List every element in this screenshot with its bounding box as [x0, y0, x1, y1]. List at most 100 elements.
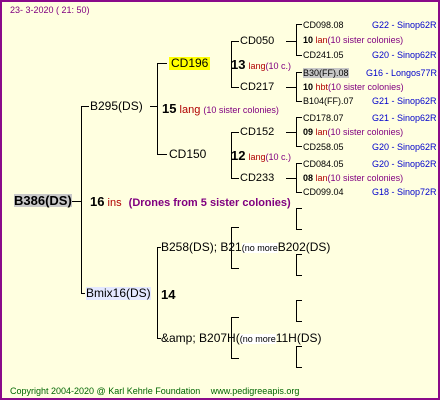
pedigree-frame: 23- 3-2020 ( 21: 50) B386(DS) 16 ins (Dr… — [0, 0, 440, 400]
dam-dam-more: (no more — [239, 334, 276, 344]
leaf-breeder: G22 - Sinop62R — [372, 20, 437, 30]
dam-generation: 14 — [161, 287, 176, 302]
sire-dam-note: (10 c.) — [265, 152, 292, 162]
bracket-cd050-top — [296, 24, 302, 25]
node-cd050[interactable]: CD050 — [240, 35, 274, 48]
leaf-row: B104(FF).07 — [303, 95, 354, 108]
leaf-row: 08 lan(10 sister colonies) — [303, 172, 403, 185]
bracket-cd152-top — [296, 117, 302, 118]
empty-bracket — [231, 227, 232, 269]
leaf-generation: 10 — [303, 35, 314, 45]
empty-bracket-bottom — [296, 275, 302, 276]
sire-generation: 15 — [162, 101, 177, 116]
bracket-cd233-link — [286, 178, 297, 179]
bracket-cd233-top — [296, 163, 302, 164]
cd196-connector — [231, 41, 232, 88]
empty-bracket — [296, 346, 297, 368]
dam-connector — [157, 247, 158, 339]
root-connector — [81, 106, 82, 294]
dam-dam-queen[interactable]: &amp; B207H((no more11H(DS) — [161, 332, 322, 346]
empty-bracket — [296, 300, 297, 322]
bracket-cd152-link — [286, 132, 297, 133]
root-queen[interactable]: B386(DS) — [14, 194, 72, 207]
sire-dam-info: 12 lang(10 c.) — [231, 149, 291, 164]
leaf-breeder: G21 - Sinop62R — [372, 96, 437, 106]
empty-bracket — [296, 254, 297, 276]
sire-sire-generation: 13 — [231, 57, 246, 72]
empty-bracket-top — [296, 300, 302, 301]
bracket-cd217-bottom — [296, 101, 302, 102]
leaf-row: CD098.08 — [303, 19, 344, 32]
leaf-row: 10 lan(10 sister colonies) — [303, 34, 403, 47]
leaf-id[interactable]: CD099.04 — [303, 187, 344, 197]
leaf-id[interactable]: CD258.05 — [303, 142, 344, 152]
leaf-id[interactable]: CD178.07 — [303, 113, 344, 123]
node-cd233[interactable]: CD233 — [240, 172, 274, 185]
sire-queen[interactable]: B295(DS) — [90, 100, 143, 113]
leaf-generation: 09 — [303, 127, 314, 137]
cd150-connector — [231, 132, 232, 179]
dam-sire-more: (no more — [241, 243, 278, 253]
leaf-generation: 08 — [303, 173, 314, 183]
dam-sire-tail: B202(DS) — [277, 240, 331, 254]
sire-connector — [157, 63, 158, 155]
dam-dam-label: &amp; B207H( — [161, 331, 240, 345]
empty-bracket-top — [231, 317, 239, 318]
leaf-row: 09 lan(10 sister colonies) — [303, 126, 403, 139]
sire-to-connector — [150, 106, 158, 107]
leaf-row: CD178.07 — [303, 112, 344, 125]
leaf-breeder: G16 - Longos77R — [366, 68, 438, 78]
leaf-id[interactable]: CD241.05 — [303, 50, 344, 60]
sire-dam-tick — [157, 154, 167, 155]
leaf-breeder: G20 - Sinop62R — [372, 159, 437, 169]
footer: Copyright 2004-2020 @ Karl Kehrle Founda… — [10, 385, 299, 398]
sire-dam-queen[interactable]: CD150 — [169, 148, 206, 161]
leaf-id[interactable]: CD098.08 — [303, 20, 344, 30]
sire-dam-generation: 12 — [231, 148, 246, 163]
sire-info: 15 lang (10 sister colonies) — [162, 102, 279, 117]
leaf-row: B30(FF).08 — [303, 67, 349, 80]
sire-tick — [81, 106, 89, 107]
leaf-id[interactable]: B104(FF).07 — [303, 96, 354, 106]
sire-sire-info: 13 lang(10 c.) — [231, 58, 291, 73]
dam-queen[interactable]: Bmix16(DS) — [86, 287, 151, 300]
node-cd152[interactable]: CD152 — [240, 126, 274, 139]
empty-bracket-top — [296, 346, 302, 347]
dam-sire-queen[interactable]: B258(DS); B21(no moreB202(DS) — [161, 241, 330, 255]
empty-bracket-top — [296, 208, 302, 209]
bracket-cd152-bottom — [296, 146, 302, 147]
leaf-id[interactable]: CD084.05 — [303, 159, 344, 169]
empty-bracket — [231, 317, 232, 359]
sire-dam-origin: lang — [248, 152, 266, 162]
leaf-note: (10 sister colonies) — [327, 173, 404, 183]
leaf-origin: lan — [315, 127, 328, 137]
empty-bracket-bottom — [296, 229, 302, 230]
cd050-tick — [231, 41, 239, 42]
cd152-tick — [231, 132, 239, 133]
leaf-note: (10 sister colonies) — [327, 35, 404, 45]
cd233-tick — [231, 178, 239, 179]
root-generation: 16 — [90, 194, 105, 209]
empty-bracket-bottom — [231, 358, 239, 359]
leaf-note: (10 sister colonies) — [327, 127, 404, 137]
sire-sire-tick — [157, 63, 167, 64]
site-link[interactable]: www.pedigreeapis.org — [211, 386, 300, 396]
empty-bracket-bottom — [296, 321, 302, 322]
leaf-row: CD084.05 — [303, 158, 344, 171]
leaf-origin: hbt — [315, 82, 329, 92]
root-info: 16 ins (Drones from 5 sister colonies) — [90, 195, 291, 210]
leaf-breeder: G18 - Sinop72R — [372, 187, 437, 197]
leaf-breeder: G20 - Sinop62R — [372, 50, 437, 60]
bracket-cd050-bottom — [296, 55, 302, 56]
leaf-id[interactable]: B30(FF).08 — [303, 68, 349, 78]
node-cd217[interactable]: CD217 — [240, 81, 274, 94]
bracket-cd217-top — [296, 72, 302, 73]
sire-sire-queen[interactable]: CD196 — [169, 57, 211, 70]
empty-bracket-bottom — [231, 268, 239, 269]
leaf-generation: 10 — [303, 82, 314, 92]
leaf-row: CD099.04 — [303, 186, 344, 199]
dam-tick — [81, 293, 85, 294]
sire-note: (10 sister colonies) — [203, 105, 279, 115]
sire-origin: lang — [179, 104, 201, 116]
empty-bracket-top — [296, 254, 302, 255]
